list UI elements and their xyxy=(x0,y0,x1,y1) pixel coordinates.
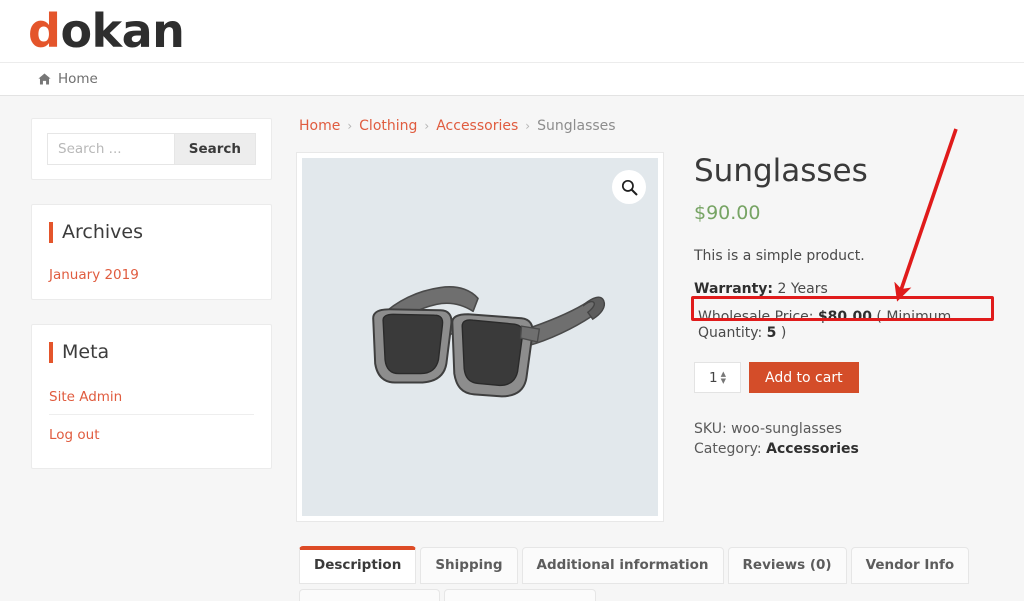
nav-item-home-label: Home xyxy=(58,71,98,87)
search-input[interactable] xyxy=(47,133,174,165)
add-to-cart-button[interactable]: Add to cart xyxy=(749,362,859,394)
search-form: Search xyxy=(47,133,256,165)
wholesale-price-value: $80.00 xyxy=(817,309,872,326)
list-item: January 2019 xyxy=(49,257,254,283)
meta-link-log-out[interactable]: Log out xyxy=(49,427,100,443)
wholesale-suffix: ) xyxy=(780,325,787,342)
wholesale-minimum-quantity-value: 5 xyxy=(766,325,777,342)
tab-additional-information[interactable]: Additional information xyxy=(521,547,724,584)
magnifier-icon xyxy=(621,179,637,195)
list-item: Log out xyxy=(49,414,254,452)
home-icon xyxy=(38,73,51,85)
tab-reviews[interactable]: Reviews (0) xyxy=(727,547,847,584)
tab-vendor-info[interactable]: Vendor Info xyxy=(850,547,970,584)
category-label: Category: xyxy=(694,441,762,458)
image-zoom-button[interactable] xyxy=(612,170,646,204)
tab-product-enquiry[interactable]: Product Enquiry xyxy=(443,589,597,601)
wholesale-prefix: Wholesale Price: xyxy=(698,309,814,326)
product-detail: Sunglasses $90.00 This is a simple produ… xyxy=(296,152,1004,522)
page-body: Search Archives January 2019 Meta Site A… xyxy=(0,96,1024,601)
product-title: Sunglasses xyxy=(694,153,868,189)
breadcrumb: Home › Clothing › Accessories › Sunglass… xyxy=(299,118,1004,134)
quantity-value: 1 xyxy=(709,369,718,386)
warranty-row: Warranty: 2 Years xyxy=(694,281,1004,297)
product-tabs: Description Shipping Additional informat… xyxy=(296,546,1004,601)
meta-title-text: Meta xyxy=(62,341,110,363)
spinner-down-icon: ▼ xyxy=(720,377,726,386)
tab-shipping[interactable]: Shipping xyxy=(420,547,518,584)
breadcrumb-separator: › xyxy=(347,119,353,133)
warranty-label: Warranty: xyxy=(694,281,774,298)
logo-text-rest: okan xyxy=(60,4,185,58)
product-summary: Sunglasses $90.00 This is a simple produ… xyxy=(664,152,1004,460)
product-gallery xyxy=(296,152,664,522)
quantity-spinner-icon[interactable]: ▲ ▼ xyxy=(720,371,726,386)
add-to-cart-form: 1 ▲ ▼ Add to cart xyxy=(694,362,1004,394)
product-price: $90.00 xyxy=(694,202,761,225)
breadcrumb-item-home[interactable]: Home xyxy=(299,118,340,134)
main-content: Home › Clothing › Accessories › Sunglass… xyxy=(272,118,1024,601)
category-value[interactable]: Accessories xyxy=(766,441,859,457)
primary-navigation: Home xyxy=(0,62,1024,96)
product-image-frame xyxy=(296,152,664,522)
search-button[interactable]: Search xyxy=(173,133,256,165)
widget-accent-bar xyxy=(49,341,53,363)
quantity-stepper[interactable]: 1 ▲ ▼ xyxy=(694,362,741,394)
breadcrumb-separator: › xyxy=(424,119,430,133)
archive-link-january-2019[interactable]: January 2019 xyxy=(49,267,139,283)
product-sku-row: SKU: woo-sunglasses xyxy=(694,419,1004,439)
logo-letter-d: d xyxy=(28,4,61,58)
breadcrumb-item-current: Sunglasses xyxy=(537,118,616,134)
site-header: dokan xyxy=(0,0,1024,62)
breadcrumb-separator: › xyxy=(525,119,531,133)
list-item: Site Admin xyxy=(49,377,254,414)
meta-link-site-admin[interactable]: Site Admin xyxy=(49,389,122,405)
archives-widget-title: Archives xyxy=(49,221,254,243)
sidebar: Search Archives January 2019 Meta Site A… xyxy=(0,118,272,601)
site-logo[interactable]: dokan xyxy=(28,8,185,54)
sku-value: woo-sunglasses xyxy=(731,421,842,438)
warranty-value: 2 Years xyxy=(777,281,828,298)
archives-list: January 2019 xyxy=(49,257,254,283)
meta-widget-title: Meta xyxy=(49,341,254,363)
nav-item-home[interactable]: Home xyxy=(38,71,98,87)
product-image[interactable] xyxy=(302,158,658,516)
sunglasses-illustration xyxy=(372,286,606,398)
breadcrumb-item-accessories[interactable]: Accessories xyxy=(436,118,518,134)
meta-list: Site Admin Log out xyxy=(49,377,254,452)
tab-description[interactable]: Description xyxy=(299,546,417,584)
product-short-description: This is a simple product. xyxy=(694,248,865,265)
product-category-row: Category: Accessories xyxy=(694,439,1004,459)
product-tabs-list: Description Shipping Additional informat… xyxy=(299,546,1004,601)
tab-more-products[interactable]: More Products xyxy=(299,589,440,601)
sku-label: SKU: xyxy=(694,421,727,438)
archives-widget: Archives January 2019 xyxy=(31,204,272,300)
archives-title-text: Archives xyxy=(62,221,143,243)
meta-widget: Meta Site Admin Log out xyxy=(31,324,272,469)
search-widget: Search xyxy=(31,118,272,180)
wholesale-price-row: Wholesale Price: $80.00 ( Minimum Quanti… xyxy=(694,307,1004,344)
breadcrumb-item-clothing[interactable]: Clothing xyxy=(359,118,417,134)
widget-accent-bar xyxy=(49,221,53,243)
